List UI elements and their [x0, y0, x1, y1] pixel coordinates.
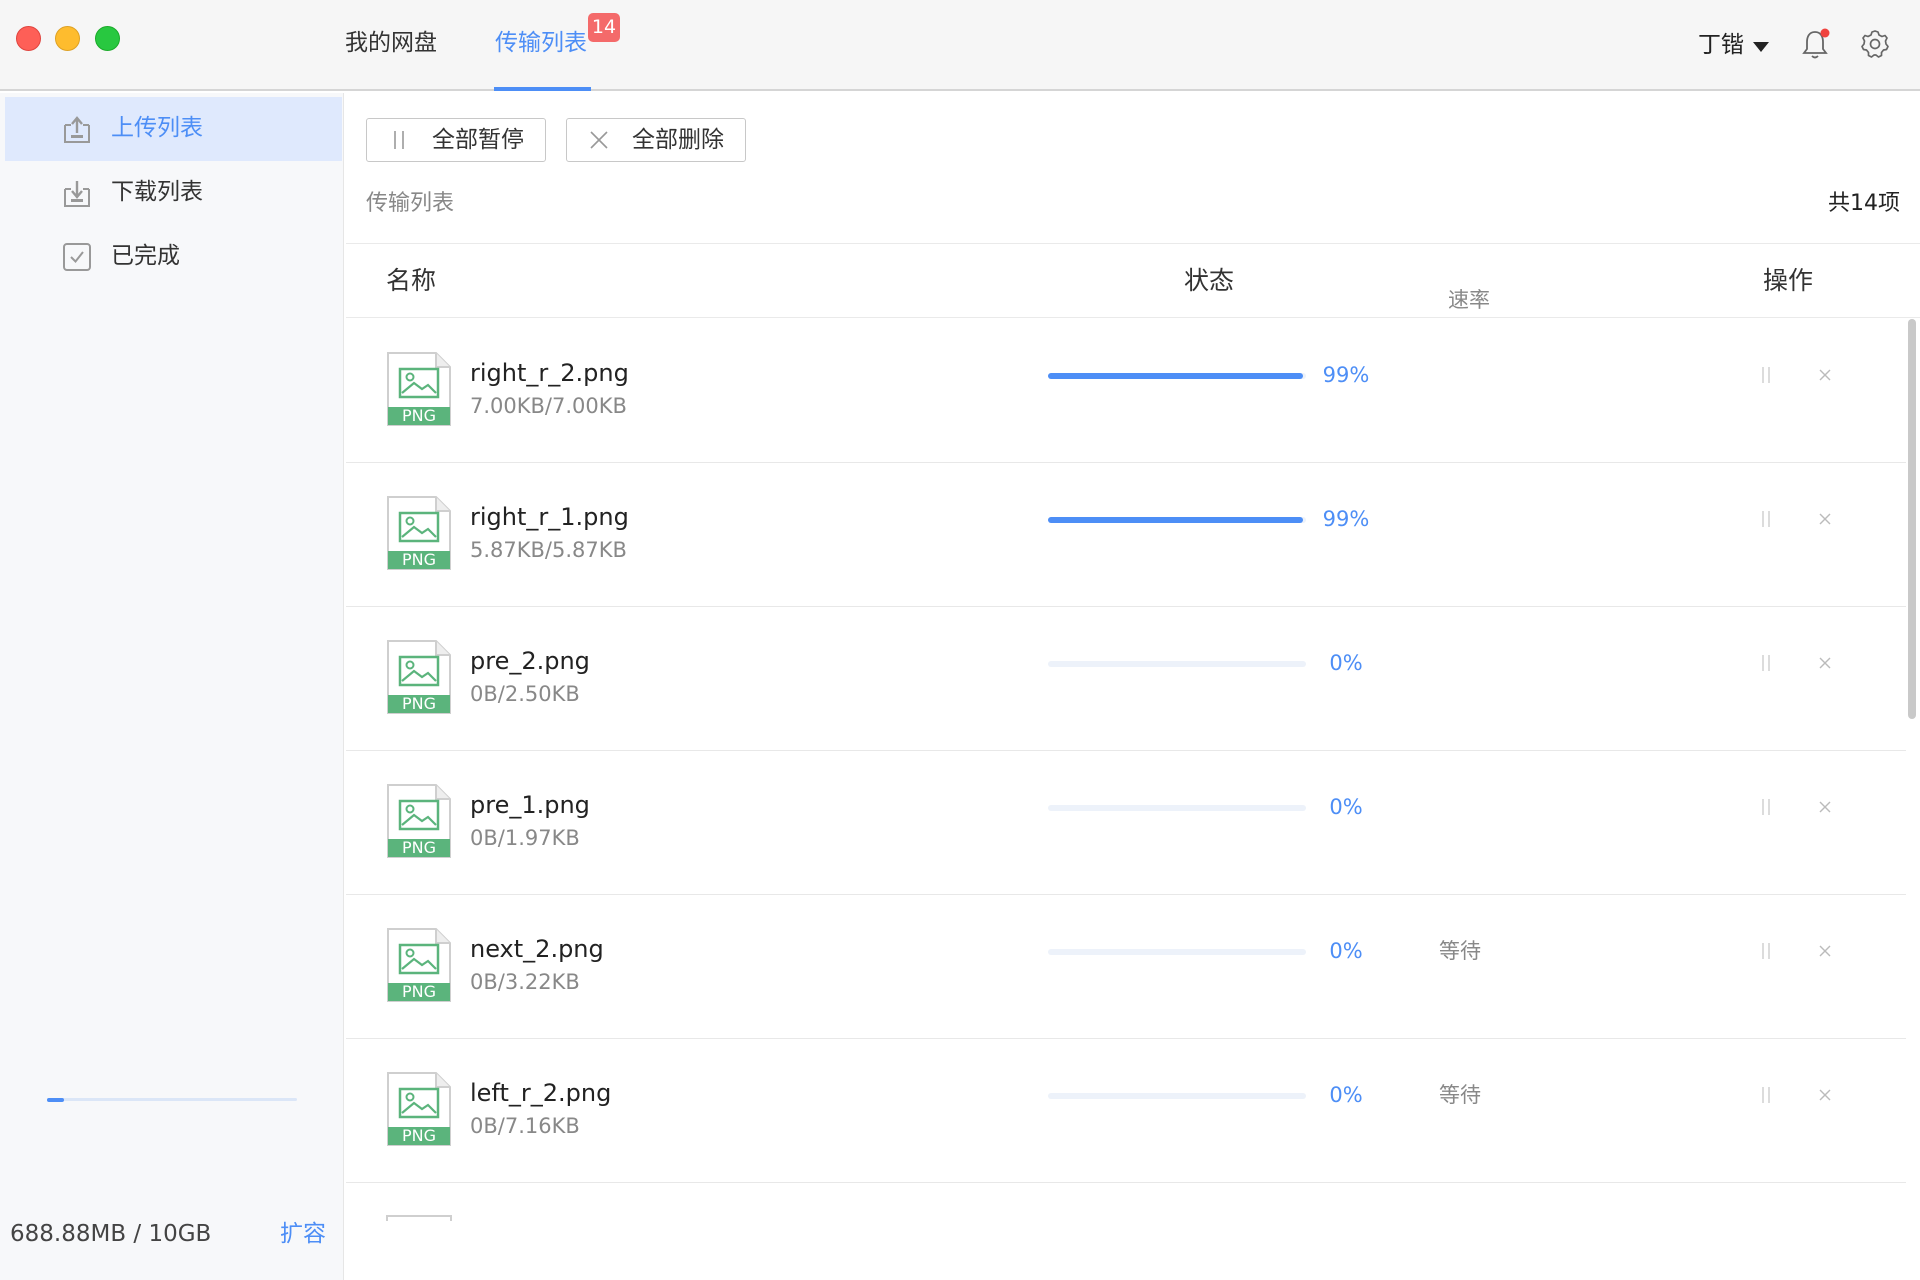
table-row: PNG pre_1.png 0B/1.97KB 0% [346, 751, 1906, 895]
progress-track [1048, 949, 1306, 955]
upload-tray-icon [64, 116, 90, 143]
table-row: PNG left_r_2.png 0B/7.16KB 0% 等待 [346, 1039, 1906, 1183]
file-size: 7.00KB/7.00KB [470, 394, 627, 418]
file-size: 0B/1.97KB [470, 826, 580, 850]
column-header-status: 状态 [1184, 266, 1235, 295]
tab-transfer-list[interactable]: 传输列表 [495, 27, 587, 59]
png-file-icon: PNG [387, 928, 451, 1002]
close-icon[interactable] [1816, 942, 1834, 960]
column-header-name: 名称 [386, 266, 437, 295]
png-file-icon: PNG [387, 352, 451, 426]
list-title: 传输列表 [366, 191, 455, 216]
pause-all-label: 全部暂停 [432, 127, 524, 153]
gear-icon[interactable] [1860, 29, 1890, 59]
progress-percent: 99% [1322, 363, 1370, 387]
file-icon-partial [386, 1215, 452, 1221]
pause-all-button[interactable]: 全部暂停 [366, 118, 546, 162]
progress-percent: 99% [1322, 507, 1370, 531]
file-name: pre_2.png [470, 647, 590, 675]
close-icon[interactable] [1816, 1086, 1834, 1104]
sidebar-item-label: 下载列表 [111, 179, 203, 205]
sidebar-item-completed[interactable]: 已完成 [5, 225, 342, 289]
window-minimize-button[interactable] [55, 26, 80, 51]
progress-track [1048, 1093, 1306, 1099]
pause-icon[interactable] [1756, 1085, 1776, 1105]
file-type-label: PNG [402, 982, 436, 1001]
file-type-label: PNG [402, 406, 436, 425]
pause-icon[interactable] [1756, 797, 1776, 817]
progress-percent: 0% [1329, 1083, 1363, 1107]
pause-icon[interactable] [1756, 509, 1776, 529]
file-name: left_r_2.png [470, 1079, 612, 1107]
progress-fill [1048, 517, 1304, 523]
user-menu[interactable]: 丁锴 [1698, 29, 1744, 61]
table-row: PNG right_r_1.png 5.87KB/5.87KB 99% [346, 463, 1906, 607]
transfer-list: PNG right_r_2.png 7.00KB/7.00KB 99% PNG … [346, 319, 1906, 1219]
progress-fill [1048, 373, 1304, 379]
table-row: PNG right_r_2.png 7.00KB/7.00KB 99% [346, 319, 1906, 463]
expand-storage-link[interactable]: 扩容 [280, 1219, 326, 1249]
file-type-label: PNG [402, 694, 436, 713]
file-size: 5.87KB/5.87KB [470, 538, 627, 562]
scrollbar[interactable] [1908, 319, 1916, 719]
window-zoom-button[interactable] [95, 26, 120, 51]
progress-percent: 0% [1329, 795, 1363, 819]
active-tab-indicator [494, 87, 591, 91]
file-name: pre_1.png [470, 791, 590, 819]
main-panel: 全部暂停 全部删除 传输列表 共14项 名称 状态 速率 操作 PNG righ… [346, 93, 1920, 1280]
png-file-icon: PNG [387, 496, 451, 570]
pause-icon[interactable] [1756, 941, 1776, 961]
sidebar-item-label: 上传列表 [111, 115, 203, 141]
table-row: PNG next_2.png 0B/3.22KB 0% 等待 [346, 895, 1906, 1039]
file-name: right_r_2.png [470, 359, 629, 387]
delete-all-button[interactable]: 全部删除 [566, 118, 746, 162]
caret-down-icon[interactable] [1753, 42, 1769, 52]
file-type-label: PNG [402, 550, 436, 569]
file-type-label: PNG [402, 838, 436, 857]
progress-percent: 0% [1329, 651, 1363, 675]
sidebar-item-download-list[interactable]: 下载列表 [5, 161, 342, 225]
pause-icon[interactable] [1756, 653, 1776, 673]
png-file-icon: PNG [387, 1072, 451, 1146]
window-close-button[interactable] [16, 26, 41, 51]
transfer-speed: 等待 [1439, 939, 1481, 963]
sidebar-item-label: 已完成 [111, 243, 180, 269]
table-row: PNG pre_2.png 0B/2.50KB 0% [346, 607, 1906, 751]
close-icon[interactable] [1816, 798, 1834, 816]
file-name: right_r_1.png [470, 503, 629, 531]
pause-icon [394, 131, 404, 149]
transfer-speed: 等待 [1439, 1083, 1481, 1107]
close-icon [590, 131, 608, 149]
title-bar: 我的网盘 传输列表 14 丁锴 [0, 0, 1920, 91]
column-header-operation: 操作 [1763, 266, 1814, 295]
column-header-speed: 速率 [1448, 288, 1490, 312]
close-icon[interactable] [1816, 510, 1834, 528]
close-icon[interactable] [1816, 654, 1834, 672]
storage-usage-text: 688.88MB / 10GB [10, 1221, 212, 1247]
file-name: next_2.png [470, 935, 604, 963]
file-size: 0B/3.22KB [470, 970, 580, 994]
pause-icon[interactable] [1756, 365, 1776, 385]
png-file-icon: PNG [387, 640, 451, 714]
progress-track [1048, 805, 1306, 811]
close-icon[interactable] [1816, 366, 1834, 384]
progress-track [1048, 661, 1306, 667]
storage-progress-fill [47, 1098, 64, 1102]
file-type-label: PNG [402, 1126, 436, 1145]
transfer-count-badge: 14 [588, 13, 620, 42]
png-file-icon: PNG [387, 784, 451, 858]
file-size: 0B/2.50KB [470, 682, 580, 706]
download-tray-icon [64, 181, 90, 207]
tab-my-drive[interactable]: 我的网盘 [345, 27, 437, 59]
sidebar-item-upload-list[interactable]: 上传列表 [5, 97, 342, 161]
table-header: 名称 状态 速率 操作 [346, 243, 1920, 318]
check-box-icon [63, 243, 91, 271]
progress-percent: 0% [1329, 939, 1363, 963]
file-size: 0B/7.16KB [470, 1114, 580, 1138]
storage-progress-track [47, 1098, 297, 1101]
list-count: 共14项 [1828, 191, 1900, 216]
delete-all-label: 全部删除 [632, 127, 724, 153]
bell-icon[interactable] [1800, 28, 1830, 60]
